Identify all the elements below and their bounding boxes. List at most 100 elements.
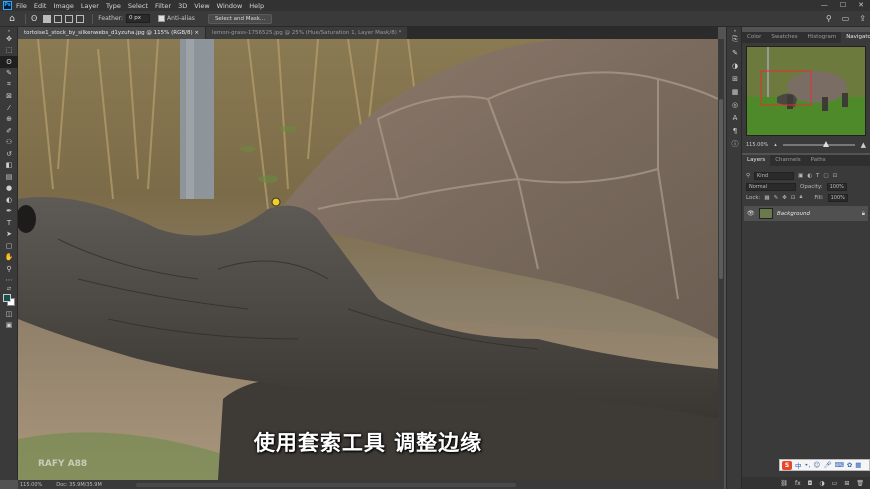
ime-punctuation-icon[interactable]: •, (805, 461, 811, 469)
tab-lemon-grass[interactable]: lemon-grass-1756525.jpg @ 25% (Hue/Satur… (206, 27, 408, 39)
search-icon[interactable]: ⚲ (826, 14, 832, 23)
navigator-zoom-value[interactable]: 115.00% (746, 142, 768, 148)
menu-file[interactable]: File (16, 2, 27, 10)
tab-paths[interactable]: Paths (806, 155, 831, 166)
share-icon[interactable]: ⇪ (859, 14, 866, 23)
screen-mode-icon[interactable]: ▣ (0, 320, 18, 332)
ime-menu-icon[interactable]: ▦ (855, 461, 861, 469)
paragraph-icon[interactable]: ¶ (727, 124, 743, 137)
move-tool-icon[interactable]: ✥ (0, 33, 18, 45)
filter-adjustment-icon[interactable]: ◐ (807, 173, 812, 179)
new-selection-button[interactable] (43, 14, 52, 23)
layer-background[interactable]: 👁︎ Background 🔒︎ (744, 206, 868, 221)
document-canvas[interactable]: 使用套索工具 调整边缘 RAFY A88 (18, 39, 718, 480)
lock-artboard-icon[interactable]: ⊡ (791, 195, 796, 201)
antialias-checkbox[interactable] (158, 15, 166, 22)
eyedropper-tool-icon[interactable]: ⁄ (0, 102, 18, 114)
foreground-color-swatch[interactable] (3, 294, 11, 302)
frame-tool-icon[interactable]: ⊠ (0, 91, 18, 103)
zoom-slider-knob[interactable] (822, 141, 829, 147)
quick-selection-tool-icon[interactable]: ✎ (0, 68, 18, 80)
menu-image[interactable]: Image (53, 2, 73, 10)
healing-brush-tool-icon[interactable]: ⊕ (0, 114, 18, 126)
canvas-vertical-scrollbar[interactable] (718, 39, 724, 480)
blend-mode-select[interactable]: Normal (746, 182, 796, 191)
character-icon[interactable]: A (727, 111, 743, 124)
home-icon[interactable]: ⌂ (4, 11, 20, 27)
minimize-button[interactable]: — (821, 1, 828, 9)
filter-pixel-icon[interactable]: ▣ (798, 173, 803, 179)
lock-transparency-icon[interactable]: ▦ (764, 195, 769, 201)
zoom-out-icon[interactable]: ▴ (774, 142, 777, 148)
lock-position-icon[interactable]: ✥ (782, 195, 787, 201)
path-selection-tool-icon[interactable]: ➤ (0, 229, 18, 241)
layer-filter-kind[interactable]: Kind (754, 171, 795, 180)
fill-input[interactable]: 100% (827, 193, 848, 202)
workspace-icon[interactable]: ▭ (842, 14, 850, 23)
navigator-thumbnail[interactable] (746, 46, 866, 136)
layer-style-icon[interactable]: fx (795, 480, 801, 487)
add-to-selection-button[interactable] (54, 14, 63, 23)
tab-tortoise[interactable]: tortoise1_stock_by_silkenwebs_d1yzuha.jp… (18, 27, 206, 39)
zoom-in-icon[interactable]: ▲ (861, 141, 866, 149)
zoom-slider[interactable] (782, 141, 855, 147)
color-swatches[interactable] (0, 292, 18, 308)
tab-navigator[interactable]: Navigator (841, 32, 870, 43)
brush-tool-icon[interactable]: ✐ (0, 125, 18, 137)
status-doc-size[interactable]: Doc: 35.9M/35.9M (56, 482, 102, 488)
menu-layer[interactable]: Layer (81, 2, 99, 10)
hand-tool-icon[interactable]: ✋ (0, 252, 18, 264)
menu-3d[interactable]: 3D (178, 2, 187, 10)
status-zoom[interactable]: 115.00% (20, 482, 42, 488)
lasso-tool-preset-icon[interactable]: ʘ (31, 14, 37, 23)
crop-tool-icon[interactable]: ⌗ (0, 79, 18, 91)
menu-help[interactable]: Help (249, 2, 264, 10)
ime-emoji-icon[interactable]: ☺ (813, 461, 820, 469)
zoom-tool-icon[interactable]: ⚲ (0, 263, 18, 275)
dodge-tool-icon[interactable]: ◐ (0, 194, 18, 206)
history-panel-icon[interactable]: ⎘ (727, 33, 743, 46)
blur-tool-icon[interactable]: ● (0, 183, 18, 195)
scrollbar-thumb[interactable] (719, 99, 723, 279)
history-brush-tool-icon[interactable]: ↺ (0, 148, 18, 160)
tab-swatches[interactable]: Swatches (766, 32, 802, 43)
tab-layers[interactable]: Layers (742, 155, 771, 166)
styles-icon[interactable]: ◎ (727, 98, 743, 111)
marquee-tool-icon[interactable]: ⬚ (0, 45, 18, 57)
filter-shape-icon[interactable]: ▢ (823, 173, 828, 179)
ime-voice-icon[interactable]: 🎤︎ (823, 461, 831, 469)
menu-type[interactable]: Type (106, 2, 121, 10)
menu-view[interactable]: View (194, 2, 209, 10)
filter-type-icon[interactable]: T (816, 173, 819, 179)
info-icon[interactable]: ⓘ (727, 137, 743, 150)
properties-icon[interactable]: ⊞ (727, 72, 743, 85)
opacity-input[interactable]: 100% (826, 182, 847, 191)
type-tool-icon[interactable]: T (0, 217, 18, 229)
gradient-tool-icon[interactable]: ▤ (0, 171, 18, 183)
menu-edit[interactable]: Edit (34, 2, 47, 10)
lock-all-icon[interactable]: 🔒︎ (799, 194, 802, 201)
add-mask-icon[interactable]: ◘ (808, 480, 813, 487)
select-and-mask-button[interactable]: Select and Mask... (207, 13, 273, 24)
ime-skin-icon[interactable]: ✿ (847, 461, 852, 469)
filter-smart-object-icon[interactable]: ⊡ (833, 173, 838, 179)
more-tools-icon[interactable]: ⋯ (0, 275, 18, 287)
new-layer-icon[interactable]: ⊞ (844, 480, 849, 487)
visibility-eye-icon[interactable]: 👁︎ (747, 210, 755, 217)
clone-stamp-tool-icon[interactable]: ⚇ (0, 137, 18, 149)
subtract-from-selection-button[interactable] (65, 14, 74, 23)
maximize-button[interactable]: ☐ (840, 1, 846, 9)
canvas-horizontal-scrollbar[interactable] (135, 482, 516, 487)
intersect-selection-button[interactable] (76, 14, 85, 23)
quick-mask-icon[interactable]: ◫ (0, 308, 18, 320)
brush-settings-icon[interactable]: ✎ (727, 46, 743, 59)
libraries-icon[interactable]: ▦ (727, 85, 743, 98)
link-layers-icon[interactable]: ⛓ (780, 480, 788, 487)
menu-filter[interactable]: Filter (155, 2, 171, 10)
close-button[interactable]: ✕ (858, 1, 864, 9)
menu-window[interactable]: Window (217, 2, 243, 10)
new-group-icon[interactable]: ▭ (832, 480, 838, 487)
shape-tool-icon[interactable]: ▢ (0, 240, 18, 252)
new-adjustment-icon[interactable]: ◑ (819, 480, 824, 487)
eraser-tool-icon[interactable]: ◧ (0, 160, 18, 172)
